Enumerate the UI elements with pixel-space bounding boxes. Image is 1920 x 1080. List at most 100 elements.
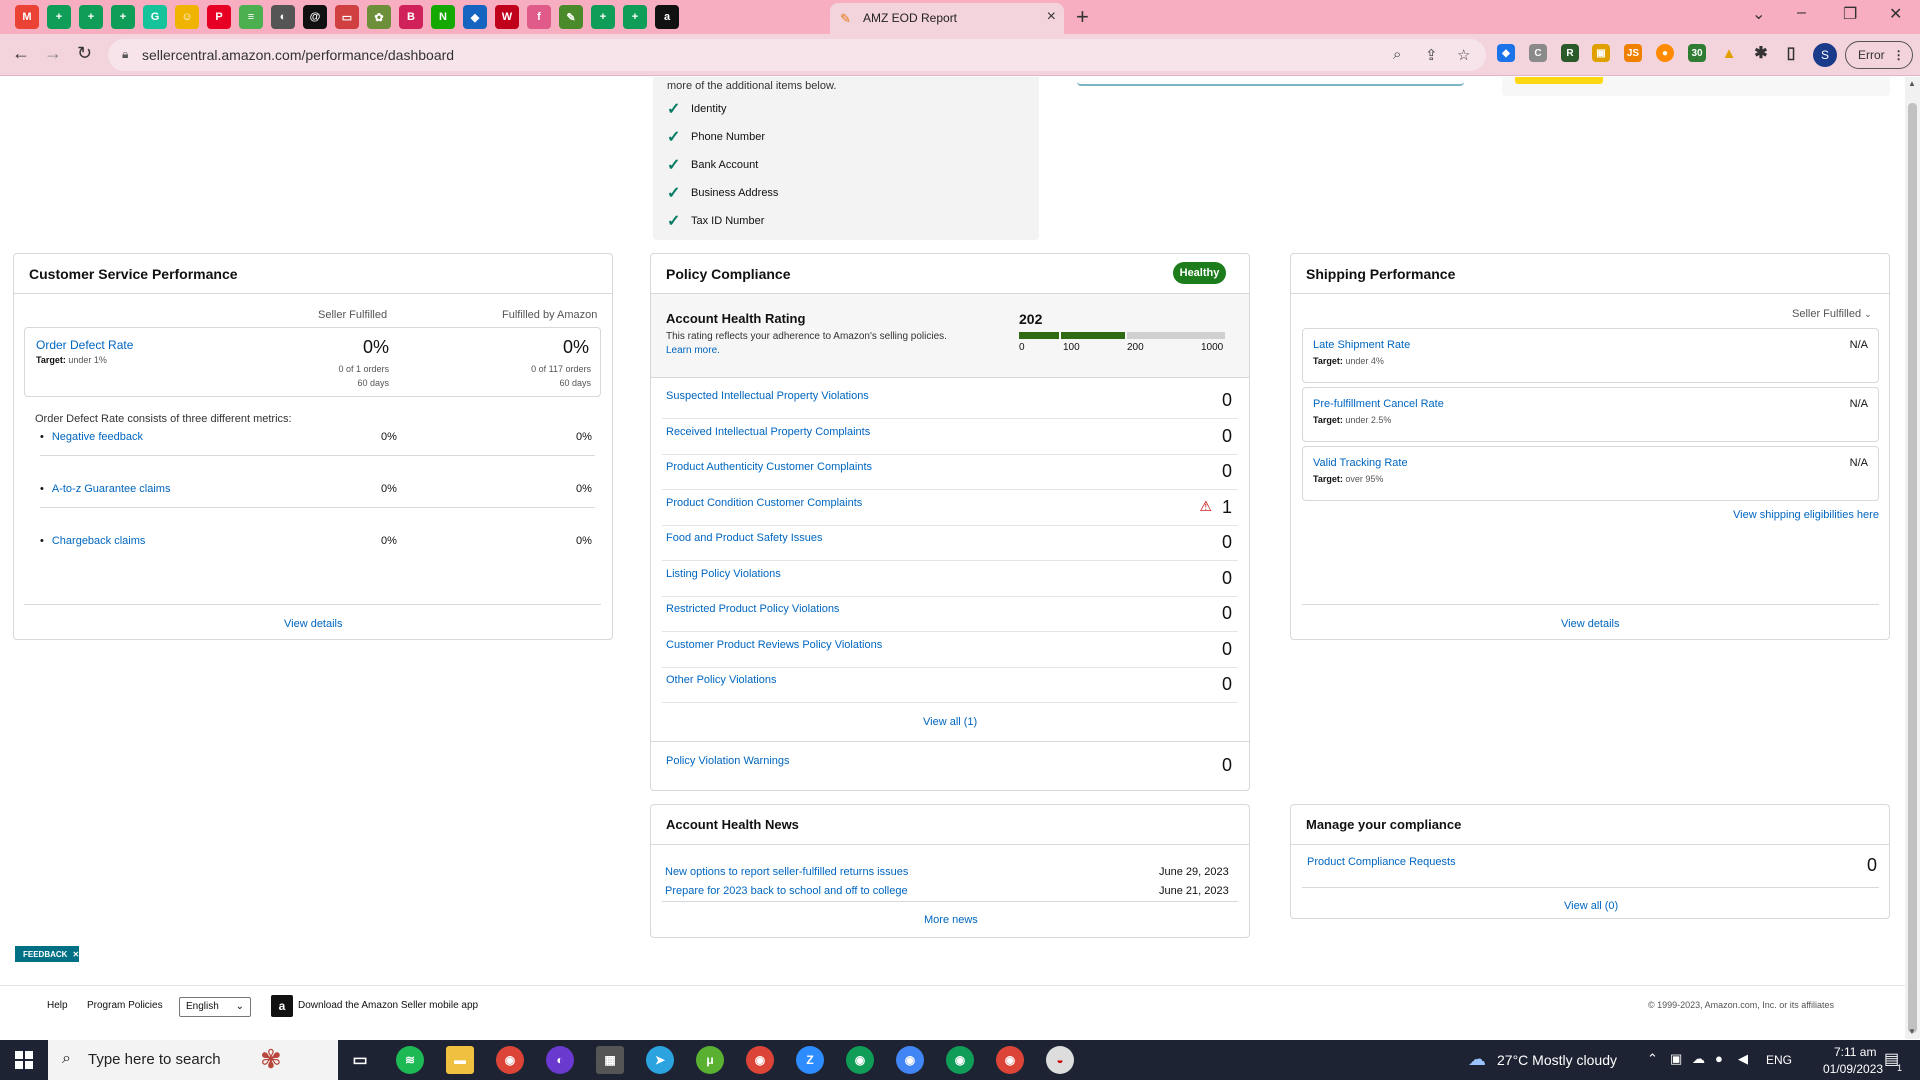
shipping-view-details-link[interactable]: View details bbox=[1561, 618, 1620, 630]
maximize-button[interactable]: ❐ bbox=[1843, 4, 1857, 24]
bookmark-star-icon[interactable]: ☆ bbox=[1457, 46, 1470, 64]
amazon-app-icon[interactable]: a bbox=[271, 995, 293, 1017]
close-icon[interactable]: ✕ bbox=[72, 950, 79, 959]
reload-icon[interactable]: ↻ bbox=[77, 43, 92, 64]
sheets-icon[interactable]: + bbox=[47, 5, 71, 29]
fulfillment-filter-dropdown[interactable]: Seller Fulfilled ⌄ bbox=[1792, 308, 1872, 320]
sheets-icon[interactable]: + bbox=[79, 5, 103, 29]
partial-yellow-button[interactable] bbox=[1515, 77, 1603, 84]
policy-row-link[interactable]: Product Condition Customer Complaints bbox=[666, 497, 862, 509]
shipping-metric-link[interactable]: Valid Tracking Rate bbox=[1313, 457, 1408, 469]
microphone-icon[interactable]: ● bbox=[1715, 1051, 1723, 1066]
upwork-icon[interactable]: N bbox=[431, 5, 455, 29]
zoom-icon[interactable]: ⌕ bbox=[1393, 46, 1401, 63]
tab-amz-eod-report[interactable]: ✎ AMZ EOD Report × bbox=[830, 3, 1064, 34]
grammarly-icon[interactable]: G bbox=[143, 5, 167, 29]
taskbar-search-box[interactable]: ⌕ Type here to search ✾ bbox=[48, 1040, 338, 1080]
download-app-link[interactable]: Download the Amazon Seller mobile app bbox=[298, 1000, 478, 1011]
language-indicator[interactable]: ENG bbox=[1766, 1053, 1792, 1067]
lock-icon[interactable]: 🔒︎ bbox=[122, 47, 128, 62]
puzzle-extensions-icon[interactable]: ✱ bbox=[1752, 44, 1770, 62]
extension-icon[interactable]: R bbox=[1561, 44, 1579, 62]
feedback-tab[interactable]: FEEDBACK ✕ bbox=[15, 946, 79, 962]
speaker-icon[interactable]: ◀ bbox=[1738, 1051, 1748, 1067]
amazon-icon[interactable]: a bbox=[655, 5, 679, 29]
plant-icon[interactable]: ✿ bbox=[367, 5, 391, 29]
extension-icon[interactable]: ▲ bbox=[1720, 44, 1738, 62]
policy-violation-warnings-link[interactable]: Policy Violation Warnings bbox=[666, 755, 790, 767]
csp-view-details-link[interactable]: View details bbox=[284, 618, 343, 630]
gmail-icon[interactable]: M bbox=[15, 5, 39, 29]
share-icon[interactable]: ⇪ bbox=[1425, 46, 1438, 64]
side-panel-icon[interactable]: ▯ bbox=[1782, 44, 1800, 62]
extension-icon[interactable]: ● bbox=[1656, 44, 1674, 62]
fiverr-icon[interactable]: f bbox=[527, 5, 551, 29]
onedrive-cloud-icon[interactable]: ☁ bbox=[1692, 1051, 1705, 1067]
chrome-icon[interactable]: ◉ bbox=[846, 1046, 874, 1074]
help-link[interactable]: Help bbox=[47, 1000, 68, 1011]
chrome-icon[interactable]: ◉ bbox=[946, 1046, 974, 1074]
back-arrow-icon[interactable]: ← bbox=[12, 43, 30, 64]
extension-icon[interactable]: ▣ bbox=[1592, 44, 1610, 62]
leaf-icon[interactable]: ✎ bbox=[559, 5, 583, 29]
clock-date[interactable]: 01/09/2023 bbox=[1823, 1062, 1883, 1076]
shipping-metric-link[interactable]: Late Shipment Rate bbox=[1313, 339, 1410, 351]
show-hidden-icons-chevron-icon[interactable]: ⌃ bbox=[1647, 1051, 1658, 1067]
odr-metric-link[interactable]: A-to-z Guarantee claims bbox=[40, 483, 171, 495]
notes-icon[interactable]: ≡ bbox=[239, 5, 263, 29]
chrome-icon[interactable]: ◉ bbox=[746, 1046, 774, 1074]
close-window-button[interactable]: ✕ bbox=[1889, 4, 1902, 24]
sheets-icon[interactable]: + bbox=[111, 5, 135, 29]
error-button[interactable]: Error ⋮ bbox=[1845, 41, 1913, 69]
diamond-icon[interactable]: ◆ bbox=[463, 5, 487, 29]
sheets-icon[interactable]: + bbox=[591, 5, 615, 29]
policy-view-all-link[interactable]: View all (1) bbox=[923, 716, 977, 728]
odr-metric-link[interactable]: Chargeback claims bbox=[40, 535, 146, 547]
b-icon[interactable]: B bbox=[399, 5, 423, 29]
file-explorer-icon[interactable]: ▬ bbox=[446, 1046, 474, 1074]
tab-search-chevron-icon[interactable]: ⌄ bbox=[1752, 4, 1765, 24]
clock-time[interactable]: 7:11 am bbox=[1834, 1045, 1876, 1059]
profile-avatar[interactable]: S bbox=[1813, 43, 1837, 67]
extension-icon[interactable]: ◆ bbox=[1497, 44, 1515, 62]
policy-row-link[interactable]: Customer Product Reviews Policy Violatio… bbox=[666, 639, 882, 651]
page-scrollbar[interactable]: ▲ ▼ bbox=[1905, 77, 1920, 1039]
extension-icon[interactable]: 30 bbox=[1688, 44, 1706, 62]
chrome-icon[interactable]: ◉ bbox=[896, 1046, 924, 1074]
address-bar[interactable]: 🔒︎ sellercentral.amazon.com/performance/… bbox=[108, 39, 1486, 71]
forward-arrow-icon[interactable]: → bbox=[44, 43, 62, 64]
compliance-view-all-link[interactable]: View all (0) bbox=[1564, 900, 1618, 912]
globe-icon[interactable]: ◐ bbox=[271, 5, 295, 29]
sheets-icon[interactable]: + bbox=[623, 5, 647, 29]
chrome-icon[interactable]: ◉ bbox=[996, 1046, 1024, 1074]
policy-row-link[interactable]: Product Authenticity Customer Complaints bbox=[666, 461, 872, 473]
extension-icon[interactable]: JS bbox=[1624, 44, 1642, 62]
pinterest-icon[interactable]: P bbox=[207, 5, 231, 29]
learn-more-link[interactable]: Learn more. bbox=[666, 345, 720, 356]
threads-icon[interactable]: @ bbox=[303, 5, 327, 29]
policy-row-link[interactable]: Received Intellectual Property Complaint… bbox=[666, 426, 870, 438]
policy-row-link[interactable]: Other Policy Violations bbox=[666, 674, 776, 686]
zoom-icon[interactable]: Z bbox=[796, 1046, 824, 1074]
spotify-icon[interactable]: ≋ bbox=[396, 1046, 424, 1074]
scrollbar-thumb[interactable] bbox=[1908, 103, 1917, 1033]
app-icon[interactable]: ◐ bbox=[546, 1046, 574, 1074]
news-item-link[interactable]: New options to report seller-fulfilled r… bbox=[665, 866, 908, 878]
shipping-metric-link[interactable]: Pre-fulfillment Cancel Rate bbox=[1313, 398, 1444, 410]
emoji-icon[interactable]: ☺ bbox=[175, 5, 199, 29]
product-compliance-requests-link[interactable]: Product Compliance Requests bbox=[1307, 856, 1456, 868]
extension-icon[interactable]: C bbox=[1529, 44, 1547, 62]
calculator-icon[interactable]: ▦ bbox=[596, 1046, 624, 1074]
policy-row-link[interactable]: Food and Product Safety Issues bbox=[666, 532, 823, 544]
task-view-icon[interactable]: ▭ bbox=[346, 1046, 374, 1074]
policy-row-link[interactable]: Suspected Intellectual Property Violatio… bbox=[666, 390, 869, 402]
app-icon[interactable]: ◒ bbox=[1046, 1046, 1074, 1074]
weather-text[interactable]: 27°C Mostly cloudy bbox=[1497, 1052, 1617, 1068]
policy-row-link[interactable]: Restricted Product Policy Violations bbox=[666, 603, 839, 615]
weather-cloud-icon[interactable]: ☁ bbox=[1468, 1049, 1486, 1070]
more-news-link[interactable]: More news bbox=[924, 914, 978, 926]
odr-metric-link[interactable]: Negative feedback bbox=[40, 431, 143, 443]
telegram-icon[interactable]: ➤ bbox=[646, 1046, 674, 1074]
minimize-button[interactable]: – bbox=[1797, 4, 1806, 22]
chrome-icon[interactable]: ◉ bbox=[496, 1046, 524, 1074]
